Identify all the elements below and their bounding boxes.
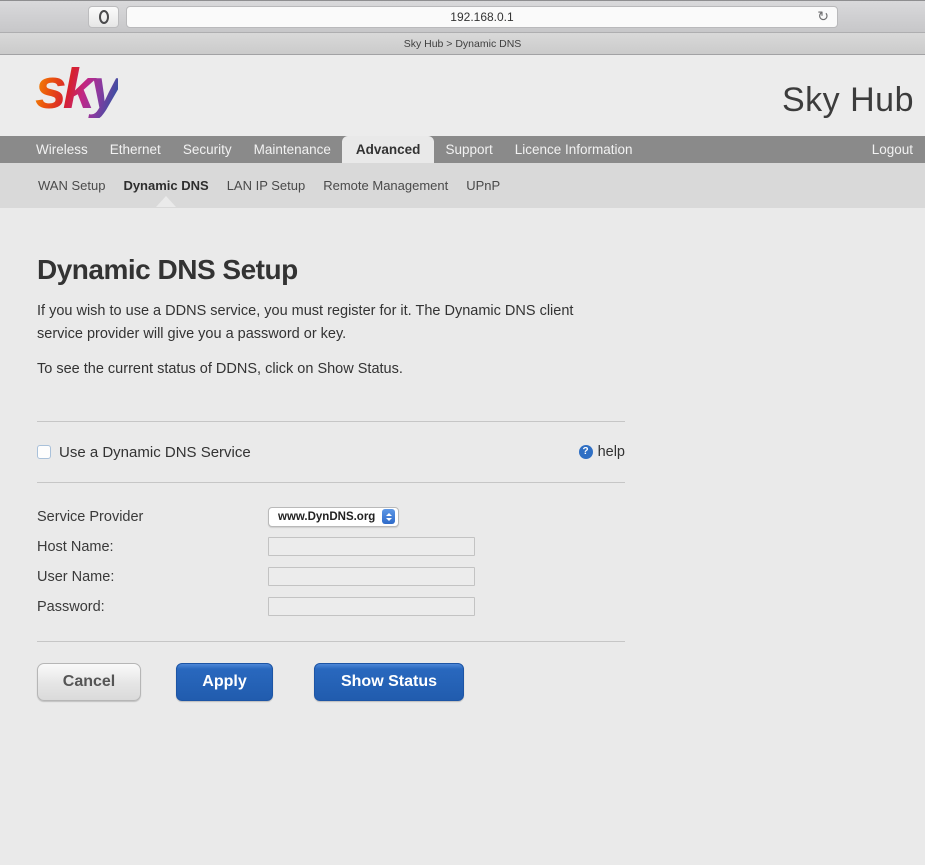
- nav-tab-support[interactable]: Support: [434, 136, 503, 163]
- host-name-label: Host Name:: [37, 538, 114, 555]
- service-provider-label: Service Provider: [37, 508, 144, 525]
- divider-bottom: [37, 641, 625, 643]
- help-icon: ?: [578, 445, 593, 460]
- intro-paragraph-1: If you wish to use a DDNS service, you m…: [37, 303, 574, 343]
- host-name-input[interactable]: [268, 537, 475, 557]
- url-text: 192.168.0.1: [450, 10, 514, 24]
- browser-toolbar: 192.168.0.1 ↻: [0, 1, 925, 33]
- nav-tab-licence-information[interactable]: Licence Information: [504, 136, 644, 163]
- help-link[interactable]: ? help: [578, 444, 625, 461]
- nav-tab-security[interactable]: Security: [172, 136, 243, 163]
- user-name-input[interactable]: [268, 567, 475, 587]
- subnav-lan-ip-setup[interactable]: LAN IP Setup: [218, 178, 315, 193]
- cancel-button[interactable]: Cancel: [37, 663, 141, 702]
- user-name-label: User Name:: [37, 568, 115, 585]
- use-ddns-label: Use a Dynamic DNS Service: [59, 443, 251, 461]
- chevron-down-icon: [385, 517, 392, 521]
- subnav-remote-management[interactable]: Remote Management: [314, 178, 457, 193]
- service-provider-select[interactable]: www.DynDNS.org: [268, 506, 400, 527]
- user-name-row: User Name:: [37, 567, 925, 587]
- password-input[interactable]: [268, 597, 475, 617]
- subnav-wan-setup[interactable]: WAN Setup: [29, 178, 114, 193]
- nav-tab-wireless[interactable]: Wireless: [25, 136, 99, 163]
- chevron-up-icon: [385, 512, 392, 516]
- subnav-upnp[interactable]: UPnP: [457, 178, 509, 193]
- ddns-enable-row: Use a Dynamic DNS Service ? help: [37, 422, 625, 482]
- intro-paragraph-2: To see the current status of DDNS, click…: [37, 360, 403, 377]
- browser-tab-bar: Sky Hub > Dynamic DNS: [0, 33, 925, 55]
- sky-logo: sky: [35, 57, 122, 121]
- main-content: Dynamic DNS Setup If you wish to use a D…: [0, 254, 925, 702]
- divider-middle: [37, 482, 625, 484]
- use-ddns-checkbox[interactable]: [37, 445, 51, 460]
- sub-nav: WAN Setup Dynamic DNS LAN IP Setup Remot…: [0, 163, 925, 208]
- button-row: Cancel Apply Show Status: [37, 663, 925, 702]
- refresh-icon[interactable]: ↻: [817, 8, 829, 25]
- main-nav: Wireless Ethernet Security Maintenance A…: [0, 136, 925, 163]
- page-header-title: Sky Hub: [782, 81, 914, 119]
- browser-tab-title[interactable]: Sky Hub > Dynamic DNS: [404, 38, 522, 50]
- password-label: Password:: [37, 598, 105, 615]
- ddns-form: Service Provider www.DynDNS.org Host Nam…: [37, 506, 925, 617]
- password-row: Password:: [37, 597, 925, 617]
- nav-tab-ethernet[interactable]: Ethernet: [99, 136, 172, 163]
- nav-tab-maintenance[interactable]: Maintenance: [243, 136, 342, 163]
- opera-icon: [98, 10, 109, 24]
- service-provider-row: Service Provider www.DynDNS.org: [37, 506, 925, 527]
- nav-tab-advanced[interactable]: Advanced: [341, 136, 435, 163]
- show-status-button[interactable]: Show Status: [314, 663, 464, 702]
- help-label: help: [597, 444, 625, 461]
- select-stepper-icon: [382, 509, 396, 525]
- host-name-row: Host Name:: [37, 537, 925, 557]
- apply-button[interactable]: Apply: [176, 663, 273, 702]
- site-header: sky Sky Hub: [0, 55, 925, 136]
- url-bar[interactable]: 192.168.0.1 ↻: [126, 6, 838, 28]
- browser-app-button[interactable]: [88, 6, 119, 28]
- screen: 192.168.0.1 ↻ Sky Hub > Dynamic DNS sky …: [0, 0, 925, 865]
- service-provider-value: www.DynDNS.org: [278, 510, 376, 523]
- page-title: Dynamic DNS Setup: [37, 254, 298, 285]
- subnav-dynamic-dns[interactable]: Dynamic DNS: [114, 178, 217, 193]
- nav-logout[interactable]: Logout: [861, 136, 925, 163]
